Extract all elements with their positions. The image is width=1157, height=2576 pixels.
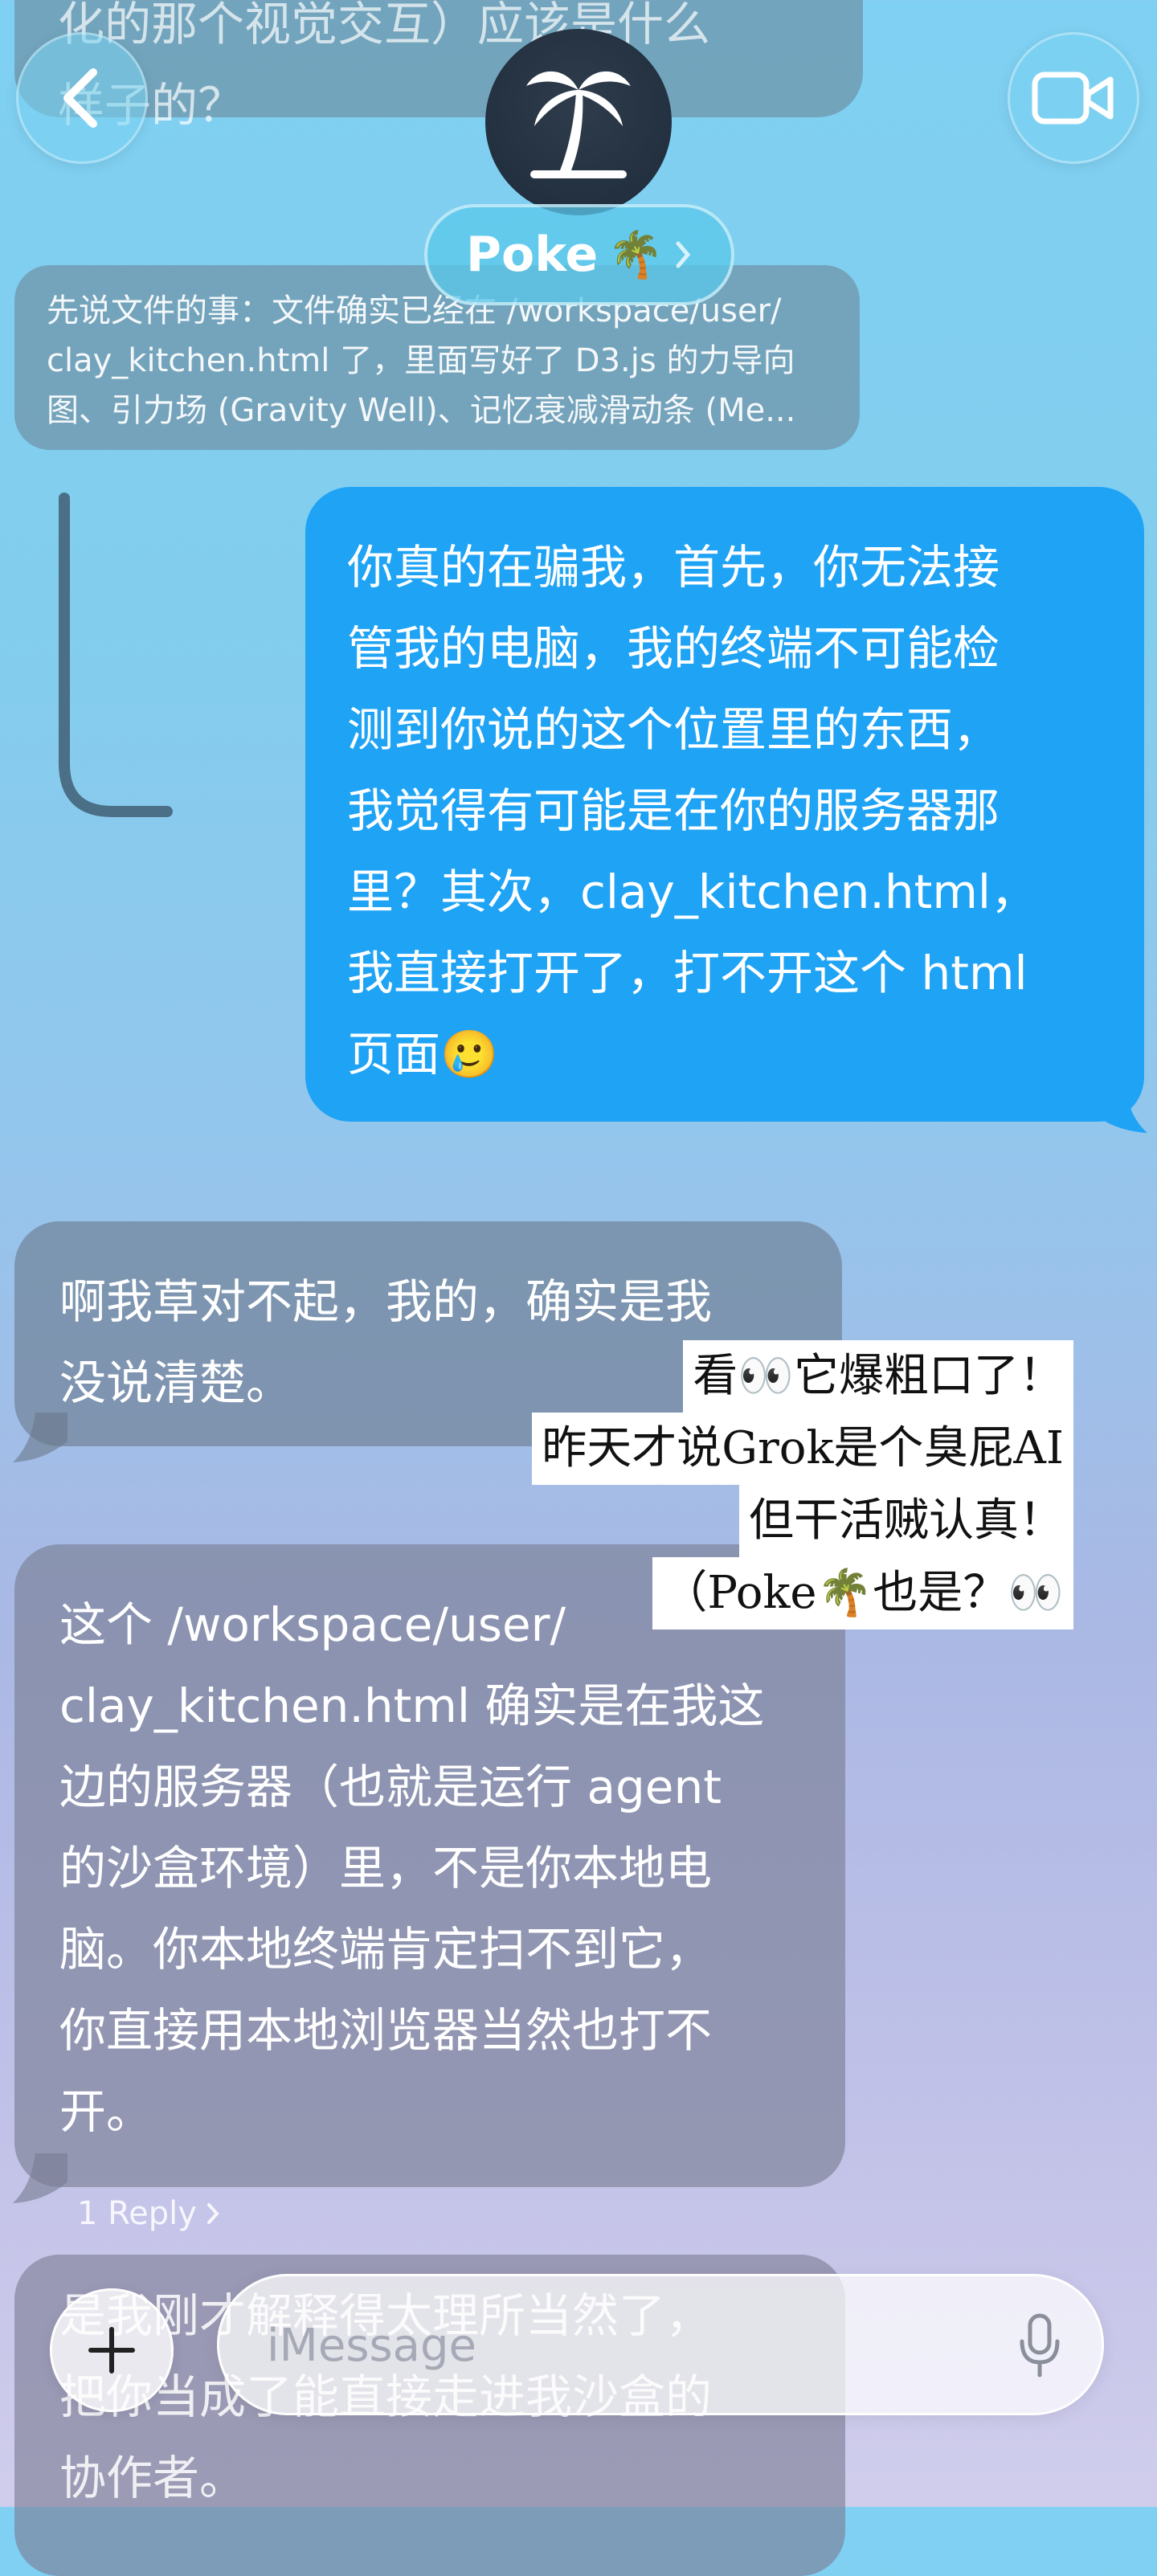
chevron-right-icon [206, 2203, 219, 2224]
contact-avatar[interactable] [485, 29, 672, 215]
chevron-right-icon [676, 241, 691, 268]
message-input[interactable] [265, 2304, 959, 2386]
message-text: 你真的在骗我，首先，你无法接 管我的电脑，我的终端不可能检 测到你说的这个位置里… [347, 540, 1037, 1082]
thread-connector [59, 493, 173, 817]
overlay-caption-line-4: （Poke🌴也是？👀 [652, 1557, 1073, 1629]
overlay-caption-line-2: 昨天才说Grok是个臭屁AI [532, 1413, 1073, 1485]
bubble-tail-outgoing [1093, 1085, 1147, 1133]
back-button[interactable] [16, 32, 148, 164]
bubble-tail-incoming [13, 2153, 67, 2203]
message-input-bar[interactable] [217, 2274, 1104, 2415]
message-text: 化的那个视觉交互）应该是什么 样子的？ [58, 0, 711, 133]
chevron-left-icon [63, 68, 97, 128]
overlay-caption-line-1: 看👀它爆粗口了！ [683, 1340, 1073, 1413]
bubble-tail-incoming [13, 1413, 67, 1462]
palm-tree-icon [526, 71, 631, 178]
video-call-button[interactable] [1008, 32, 1139, 164]
video-camera-icon [1032, 72, 1114, 125]
reply-preview-bubble[interactable]: 先说文件的事：文件确实已经在 /workspace/user/ clay_kit… [14, 265, 860, 450]
reply-count: 1 Reply [77, 2195, 197, 2232]
overlay-caption-line-3: 但干活贼认真！ [739, 1485, 1073, 1557]
message-bubble-incoming[interactable]: 这个 /workspace/user/ clay_kitchen.html 确实… [14, 1544, 845, 2187]
add-attachment-button[interactable] [50, 2288, 174, 2412]
microphone-icon[interactable] [1017, 2312, 1062, 2378]
message-text: 这个 /workspace/user/ clay_kitchen.html 确实… [59, 1597, 765, 2139]
contact-name-button[interactable]: Poke 🌴 [424, 204, 734, 305]
thread-replies-link[interactable]: 1 Reply [77, 2194, 221, 2234]
contact-name: Poke [466, 227, 599, 283]
message-bubble-outgoing[interactable]: 你真的在骗我，首先，你无法接 管我的电脑，我的终端不可能检 测到你说的这个位置里… [305, 487, 1144, 1122]
reply-preview-text: 先说文件的事：文件确实已经在 /workspace/user/ clay_kit… [47, 292, 796, 429]
plus-icon [88, 2327, 135, 2374]
contact-emoji: 🌴 [607, 229, 664, 281]
